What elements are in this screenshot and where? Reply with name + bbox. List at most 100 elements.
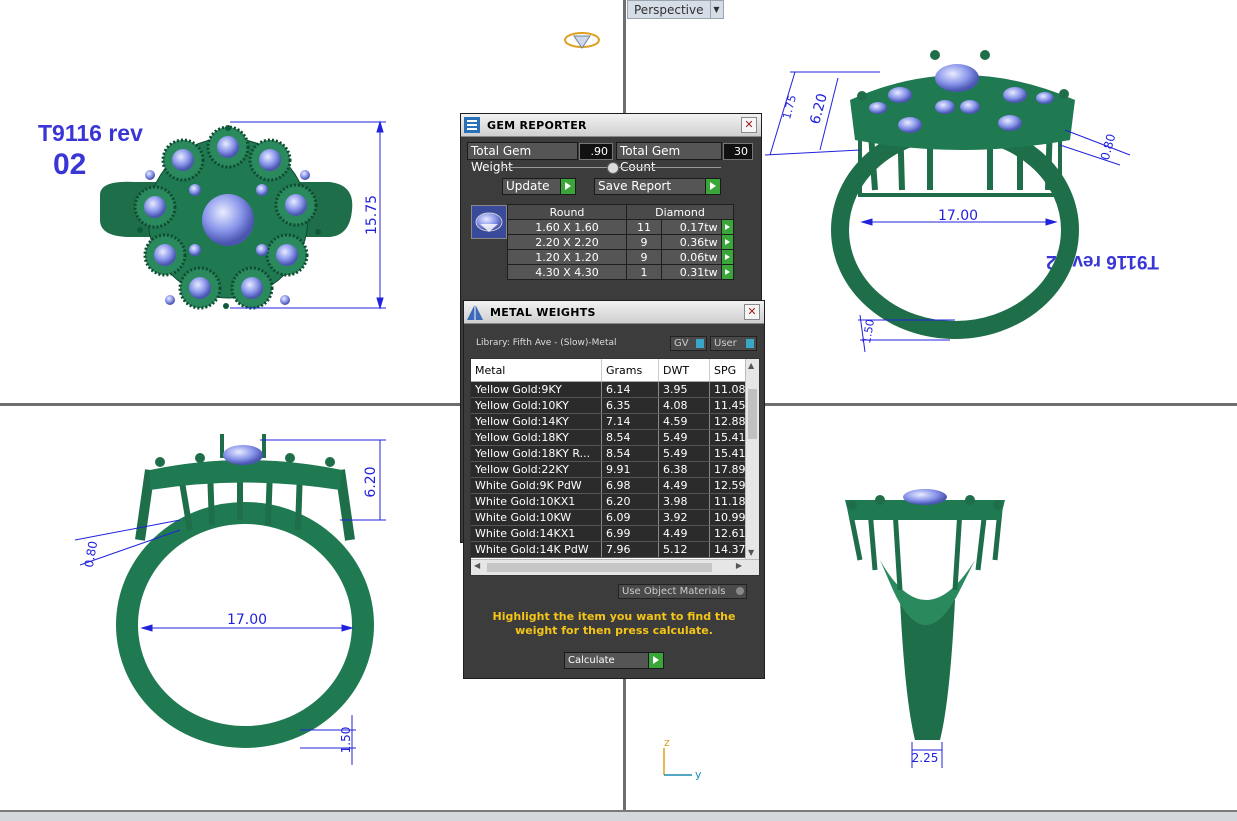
gem-count: 9 xyxy=(626,249,662,265)
metal-table-vscrollbar[interactable]: ▲ ▼ xyxy=(745,359,759,559)
metal-grams: 8.54 xyxy=(601,429,659,446)
ring-top-view xyxy=(100,125,353,310)
gem-count: 11 xyxy=(626,219,662,235)
metal-grams: 8.54 xyxy=(601,445,659,462)
gem-weight: 0.31tw xyxy=(660,264,722,280)
metal-dwt: 5.12 xyxy=(658,541,710,558)
total-gem-count-value: 30 xyxy=(723,143,753,160)
calculate-button-label: Calculate xyxy=(568,655,615,666)
metal-row[interactable]: Yellow Gold:10KY 6.35 4.08 11.45 xyxy=(471,397,759,414)
side-band-value: 2.25 xyxy=(912,751,939,765)
gem-weight: 0.17tw xyxy=(660,219,722,235)
gem-row-go-icon[interactable] xyxy=(720,264,735,280)
user-toggle[interactable]: User xyxy=(710,336,757,351)
metal-table-hscrollbar[interactable]: ◀ ▶ xyxy=(471,559,759,575)
total-gem-weight-value: .90 xyxy=(579,143,613,160)
gem-row[interactable]: 2.20 X 2.20 9 0.36tw xyxy=(507,234,735,250)
metal-dwt: 5.49 xyxy=(658,445,710,462)
gem-row-go-icon[interactable] xyxy=(720,234,735,250)
metal-row[interactable]: White Gold:14KX1 6.99 4.49 12.61 xyxy=(471,525,759,542)
metal-dwt: 3.98 xyxy=(658,493,710,510)
scroll-down-icon[interactable]: ▼ xyxy=(748,548,754,557)
metal-dwt: 4.59 xyxy=(658,413,710,430)
metal-grams: 9.91 xyxy=(601,461,659,478)
gem-size: 2.20 X 2.20 xyxy=(507,234,627,250)
metal-dwt: 4.49 xyxy=(658,477,710,494)
ring-thumbnail-icon xyxy=(564,32,600,49)
metal-row[interactable]: White Gold:14K PdW 7.96 5.12 14.37 xyxy=(471,541,759,558)
metal-dwt: 3.92 xyxy=(658,509,710,526)
dwt-column-header[interactable]: DWT xyxy=(658,359,710,382)
metal-row[interactable]: White Gold:10KX1 6.20 3.98 11.18 xyxy=(471,493,759,510)
metal-row[interactable]: Yellow Gold:22KY 9.91 6.38 17.89 xyxy=(471,461,759,478)
metal-library-label: Library: Fifth Ave - (Slow)-Metal xyxy=(476,338,617,348)
total-gem-count-label: Total Gem Count xyxy=(616,142,722,174)
metal-weights-close-icon[interactable]: ✕ xyxy=(744,304,760,320)
total-gem-weight-label: Total Gem Weight xyxy=(467,142,578,174)
metal-column-header[interactable]: Metal xyxy=(471,359,602,382)
gem-reporter-titlebar[interactable]: GEM REPORTER ✕ xyxy=(461,114,761,137)
scroll-right-icon[interactable]: ▶ xyxy=(736,561,742,570)
slider-handle[interactable] xyxy=(607,162,619,174)
front-height-value: 6.20 xyxy=(363,466,379,497)
use-object-materials-label: Use Object Materials xyxy=(622,586,726,597)
persp-band-value: 1.75 xyxy=(780,94,799,121)
metal-grams: 6.98 xyxy=(601,477,659,494)
metal-name: White Gold:10KX1 xyxy=(471,493,602,510)
metal-row[interactable]: Yellow Gold:18KY 8.54 5.49 15.41 xyxy=(471,429,759,446)
metal-dwt: 6.38 xyxy=(658,461,710,478)
gem-size: 4.30 X 4.30 xyxy=(507,264,627,280)
metal-weights-panel[interactable]: METAL WEIGHTS ✕ Library: Fifth Ave - (Sl… xyxy=(463,300,765,679)
metal-row[interactable]: White Gold:9K PdW 6.98 4.49 12.59 xyxy=(471,477,759,494)
gem-reporter-close-icon[interactable]: ✕ xyxy=(741,117,757,133)
axis-y-label: y xyxy=(695,768,702,781)
gem-row-go-icon[interactable] xyxy=(720,249,735,265)
save-report-button[interactable]: Save Report xyxy=(594,178,721,195)
metal-weights-icon xyxy=(464,301,486,323)
save-report-button-label: Save Report xyxy=(598,179,672,193)
metal-grams: 7.96 xyxy=(601,541,659,558)
ring-perspective-view xyxy=(831,50,1079,339)
metal-name: Yellow Gold:18KY xyxy=(471,429,602,446)
gem-table: Round Diamond 1.60 X 1.60 11 0.17tw 2.20… xyxy=(507,204,735,280)
metal-name: Yellow Gold:22KY xyxy=(471,461,602,478)
gem-reporter-icon xyxy=(461,114,483,136)
gem-row[interactable]: 1.60 X 1.60 11 0.17tw xyxy=(507,219,735,235)
vscroll-thumb[interactable] xyxy=(748,389,757,439)
gem-size: 1.60 X 1.60 xyxy=(507,219,627,235)
ring-side-view xyxy=(845,489,1005,740)
metal-table: Metal Grams DWT SPG Yellow Gold:9KY 6.14 3… xyxy=(471,359,759,558)
round-gem-icon xyxy=(471,205,507,239)
metal-weights-titlebar[interactable]: METAL WEIGHTS ✕ xyxy=(464,301,764,324)
update-button[interactable]: Update xyxy=(502,178,576,195)
gem-type-header: Diamond xyxy=(626,204,734,220)
hscroll-thumb[interactable] xyxy=(487,563,712,572)
use-object-materials-toggle[interactable]: Use Object Materials xyxy=(618,584,747,599)
axis-gizmo-icon xyxy=(663,748,692,776)
gem-row[interactable]: 1.20 X 1.20 9 0.06tw xyxy=(507,249,735,265)
gem-row[interactable]: 4.30 X 4.30 1 0.31tw xyxy=(507,264,735,280)
gem-size: 1.20 X 1.20 xyxy=(507,249,627,265)
metal-table-container[interactable]: Metal Grams DWT SPG Yellow Gold:9KY 6.14 3… xyxy=(470,358,760,576)
metal-name: White Gold:10KW xyxy=(471,509,602,526)
persp-bottom-value: 1.50 xyxy=(860,318,877,344)
metal-weights-title: METAL WEIGHTS xyxy=(490,305,596,319)
metal-dwt: 4.49 xyxy=(658,525,710,542)
metal-dwt: 5.49 xyxy=(658,429,710,446)
gem-row-go-icon[interactable] xyxy=(720,219,735,235)
gv-toggle[interactable]: GV xyxy=(670,336,707,351)
gem-count: 9 xyxy=(626,234,662,250)
front-bottom-value: 1.50 xyxy=(339,727,353,754)
metal-row[interactable]: Yellow Gold:14KY 7.14 4.59 12.88 xyxy=(471,413,759,430)
metal-row[interactable]: White Gold:10KW 6.09 3.92 10.99 xyxy=(471,509,759,526)
metal-row[interactable]: Yellow Gold:18KY R... 8.54 5.49 15.41 xyxy=(471,445,759,462)
front-wire-value: 0.80 xyxy=(82,540,100,569)
metal-row[interactable]: Yellow Gold:9KY 6.14 3.95 11.08 xyxy=(471,381,759,398)
persp-shank-value: 17.00 xyxy=(938,208,978,224)
scroll-left-icon[interactable]: ◀ xyxy=(474,561,480,570)
metal-name: Yellow Gold:14KY xyxy=(471,413,602,430)
scroll-up-icon[interactable]: ▲ xyxy=(748,361,754,370)
grams-column-header[interactable]: Grams xyxy=(601,359,659,382)
metal-name: Yellow Gold:10KY xyxy=(471,397,602,414)
calculate-button[interactable]: Calculate xyxy=(564,652,664,669)
